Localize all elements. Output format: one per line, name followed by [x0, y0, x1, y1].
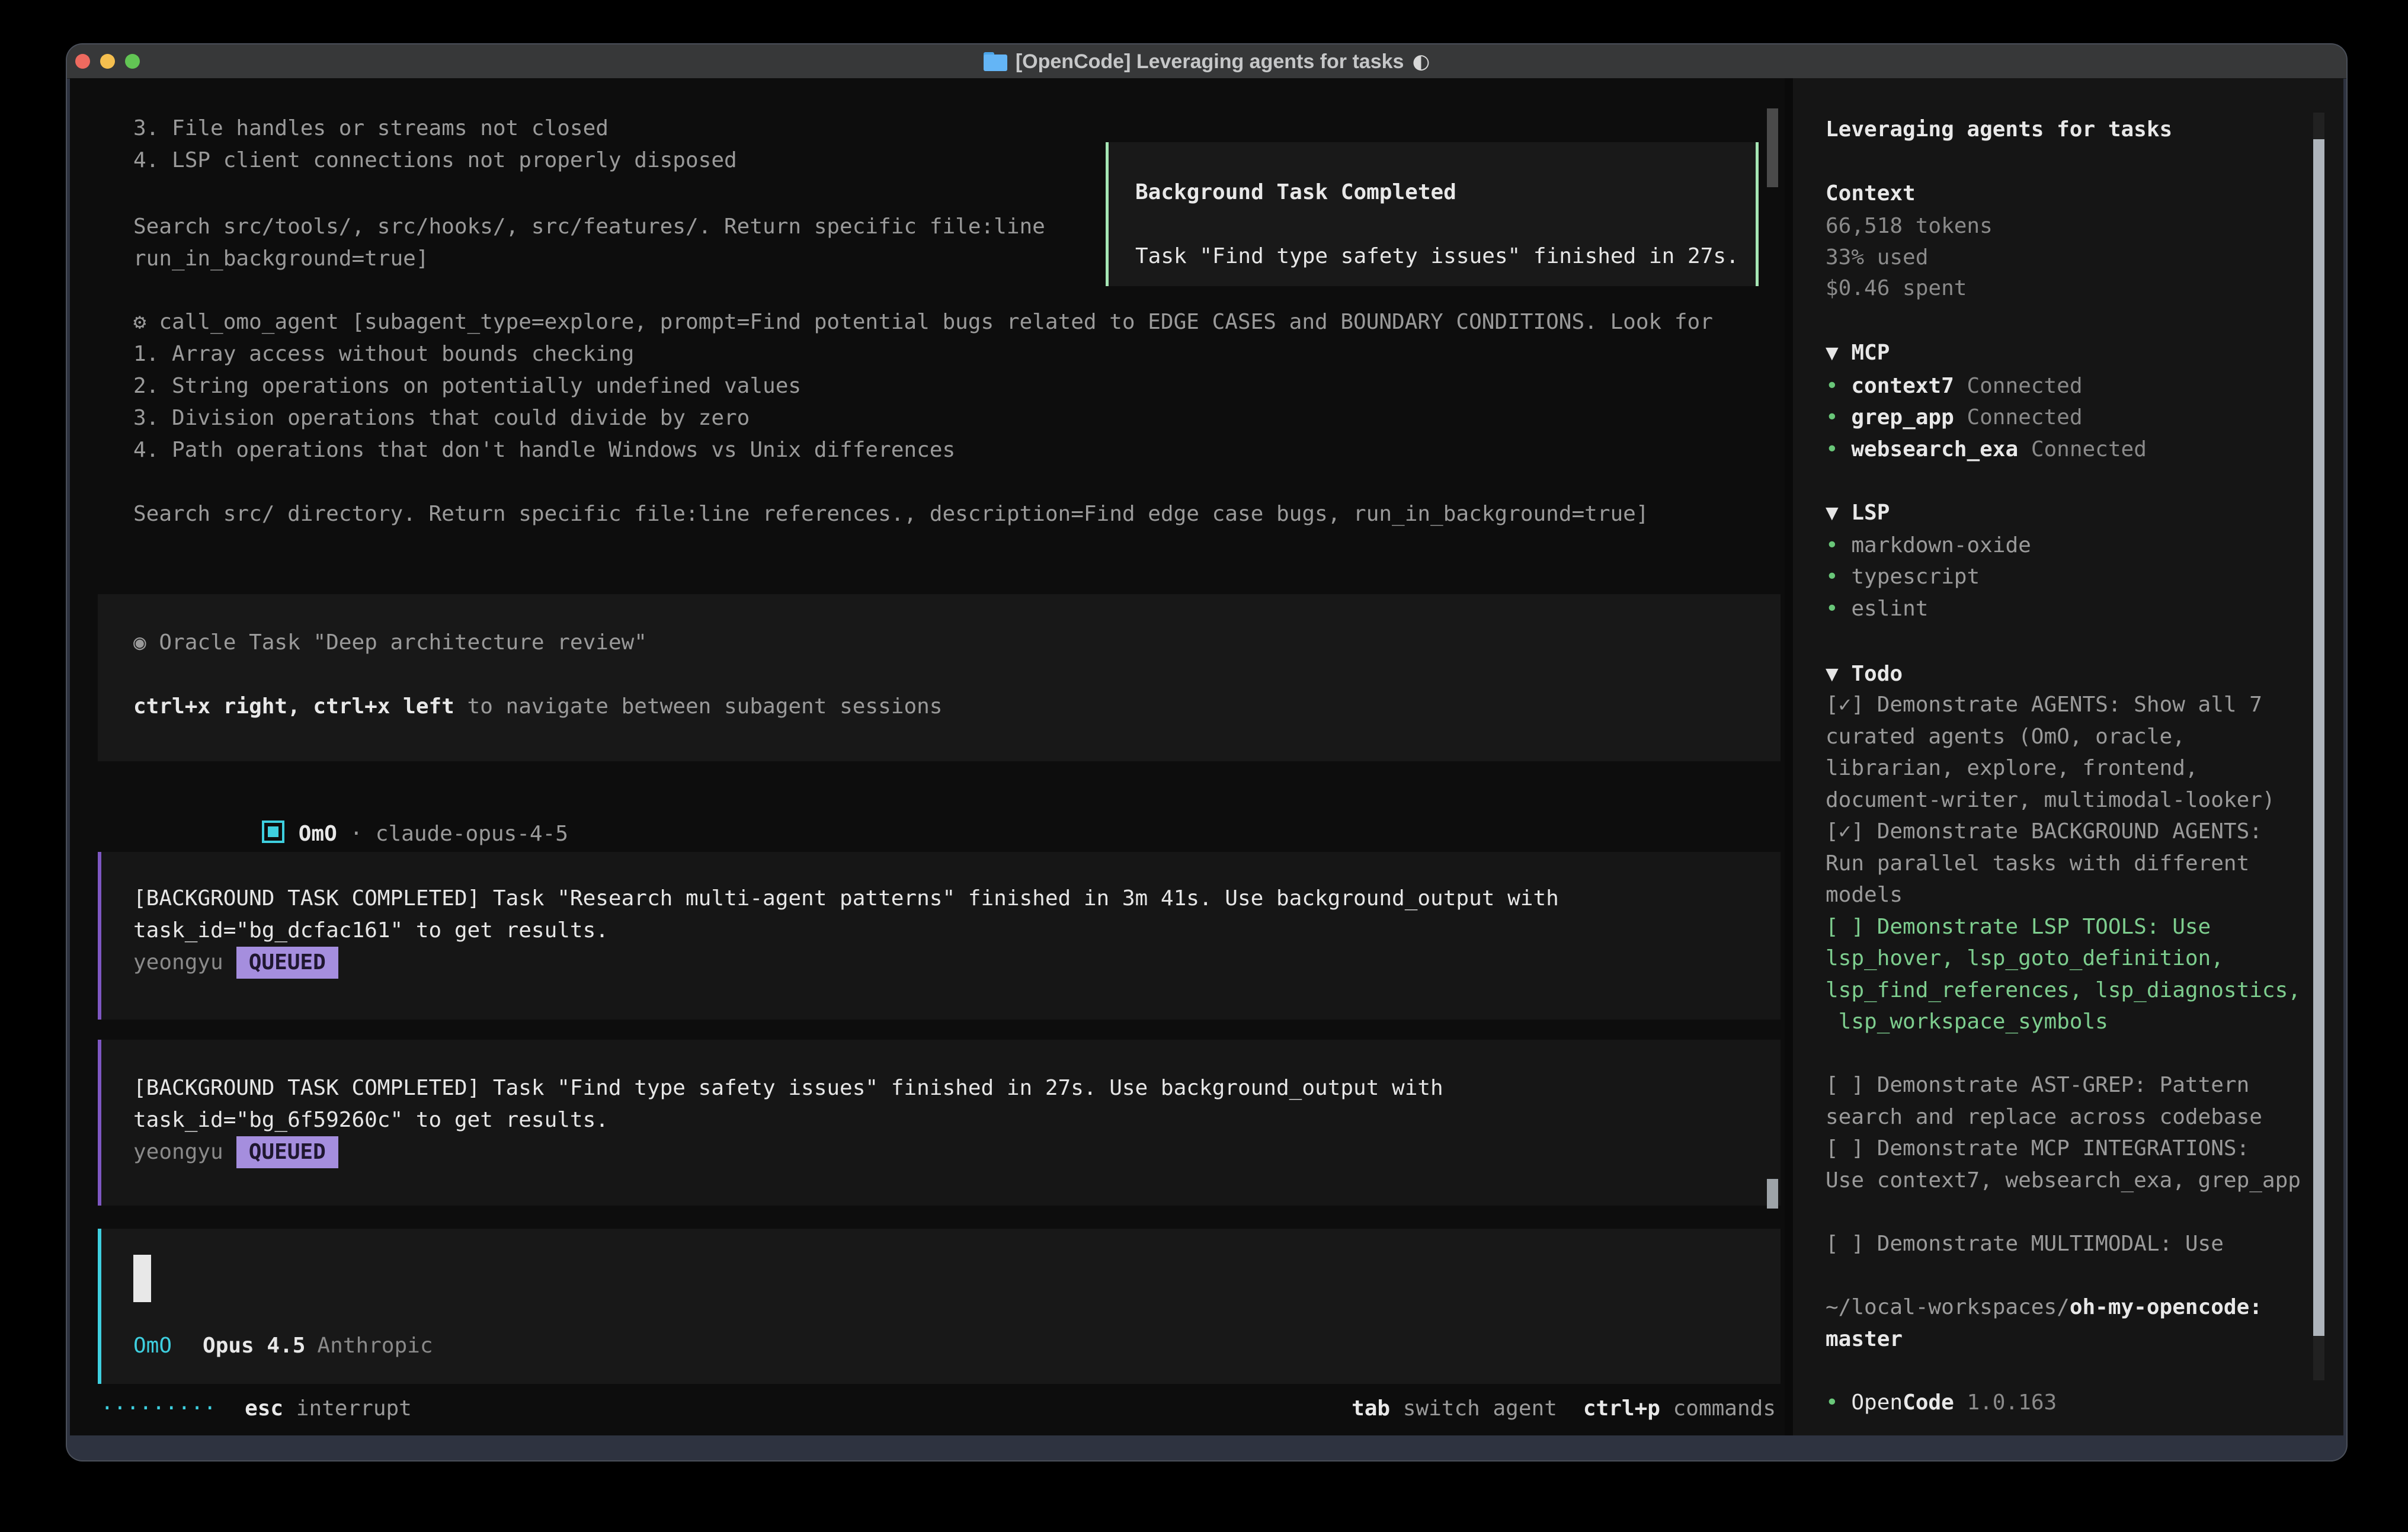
session-title: Leveraging agents for tasks	[1826, 114, 2172, 146]
active-agent-name: OmO	[133, 1334, 172, 1358]
statusbar-left: ········· esc interrupt	[101, 1393, 412, 1425]
workspace-repo: oh-my-opencode:	[2070, 1295, 2262, 1319]
provider-name: Anthropic	[317, 1334, 433, 1358]
window-title: [OpenCode] Leveraging agents for tasks	[1016, 46, 1404, 78]
workspace-path: ~/local-workspaces/oh-my-opencode: maste…	[1826, 1291, 2262, 1355]
background-task-message[interactable]: [BACKGROUND TASK COMPLETED] Task "Resear…	[98, 852, 1781, 1020]
text-cursor	[133, 1255, 151, 1302]
sidebar-scrollbar-thumb[interactable]	[2313, 139, 2324, 1336]
mcp-name: context7	[1851, 374, 1954, 398]
background-task-notification[interactable]: Background Task Completed Task "Find typ…	[1106, 142, 1759, 286]
terminal-main-pane: 3. File handles or streams not closed 4.…	[70, 78, 1785, 1435]
mcp-item: • context7 Connected	[1826, 370, 2083, 402]
folder-icon	[984, 52, 1007, 71]
statusbar-right: tab switch agent ctrl+p commands	[1352, 1393, 1776, 1425]
task-message-meta: yeongyu QUEUED	[133, 947, 338, 979]
queued-badge: QUEUED	[236, 947, 338, 979]
author-name: yeongyu	[133, 1140, 223, 1164]
status-dot-icon: •	[1826, 374, 1839, 398]
version-line: • OpenCode 1.0.163	[1826, 1387, 2057, 1419]
todo-pending-item: [ ] Demonstrate MULTIMODAL: Use	[1826, 1232, 2224, 1256]
lsp-item: • eslint	[1826, 593, 1928, 625]
collapse-arrow-icon: ▼	[1826, 662, 1839, 686]
notification-message: Task "Find type safety issues" finished …	[1135, 241, 1739, 273]
hint-text: to navigate between subagent sessions	[454, 694, 943, 719]
agent-name: OmO	[299, 822, 337, 846]
lsp-name: typescript	[1851, 565, 1980, 589]
oracle-task-panel[interactable]: ◉ Oracle Task "Deep architecture review"…	[98, 594, 1781, 761]
subagent-navigation-hint: ctrl+x right, ctrl+x left to navigate be…	[133, 691, 942, 723]
notification-title: Background Task Completed	[1135, 177, 1456, 209]
titlebar[interactable]: [OpenCode] Leveraging agents for tasks ◐	[67, 44, 2346, 79]
queued-badge: QUEUED	[236, 1136, 338, 1168]
main-scrollbar-thumb-top[interactable]	[1767, 108, 1778, 187]
spinner-dots: ·········	[101, 1396, 216, 1421]
status-dot-icon: •	[1826, 565, 1839, 589]
lsp-item: • typescript	[1826, 561, 1980, 593]
oracle-task-title: ◉ Oracle Task "Deep architecture review"	[133, 627, 647, 659]
half-circle-icon: ◐	[1412, 46, 1430, 78]
mcp-status: Connected	[2018, 437, 2147, 461]
context-stats: 66,518 tokens 33% used $0.46 spent	[1826, 211, 1993, 305]
active-model-name: Opus 4.5	[203, 1334, 305, 1358]
lsp-name: markdown-oxide	[1851, 533, 2031, 557]
terminal-text-block: 3. File handles or streams not closed 4.…	[133, 113, 737, 177]
mcp-item: • grep_app Connected	[1826, 402, 2083, 434]
lsp-section-header[interactable]: ▼ LSP	[1826, 497, 1890, 529]
opencode-window: [OpenCode] Leveraging agents for tasks ◐…	[67, 44, 2346, 1460]
todo-active-item: [ ] Demonstrate LSP TOOLS: Use lsp_hover…	[1826, 915, 2301, 1034]
status-dot-icon: •	[1826, 533, 1839, 557]
esc-key-label: interrupt	[283, 1396, 412, 1421]
lsp-item: • markdown-oxide	[1826, 530, 2031, 562]
todo-done-items: [✓] Demonstrate AGENTS: Show all 7 curat…	[1826, 693, 2275, 907]
mcp-name: websearch_exa	[1851, 437, 2018, 461]
mcp-status: Connected	[1954, 374, 2083, 398]
mcp-item: • websearch_exa Connected	[1826, 434, 2147, 466]
lsp-name: eslint	[1851, 597, 1928, 621]
context-heading: Context	[1826, 178, 1916, 210]
workspace-dir: ~/local-workspaces/	[1826, 1295, 2070, 1319]
agent-model: · claude-opus-4-5	[337, 822, 568, 846]
task-message-meta: yeongyu QUEUED	[133, 1136, 338, 1168]
terminal-text-block: Search src/tools/, src/hooks/, src/featu…	[133, 211, 1045, 275]
agent-checkbox-icon	[262, 821, 284, 843]
main-scrollbar-thumb[interactable]	[1767, 1179, 1778, 1209]
background-task-message[interactable]: [BACKGROUND TASK COMPLETED] Task "Find t…	[98, 1040, 1781, 1206]
esc-key-hint[interactable]: esc	[245, 1396, 283, 1421]
model-status-line: OmO Opus 4.5 Anthropic	[133, 1330, 433, 1362]
todo-pending-items: [ ] Demonstrate AST-GREP: Pattern search…	[1826, 1073, 2301, 1193]
task-message-text: [BACKGROUND TASK COMPLETED] Task "Find t…	[133, 1072, 1443, 1136]
mcp-section-header[interactable]: ▼ MCP	[1826, 337, 1890, 369]
status-dot-icon: •	[1826, 437, 1839, 461]
workspace-branch: master	[1826, 1327, 1903, 1351]
app-version: 1.0.163	[1954, 1390, 2057, 1415]
author-name: yeongyu	[133, 950, 223, 975]
hint-keys: ctrl+x right, ctrl+x left	[133, 694, 454, 719]
status-dot-icon: •	[1826, 1390, 1839, 1415]
fisheye-icon: ◉	[133, 630, 146, 655]
window-title-group: [OpenCode] Leveraging agents for tasks ◐	[67, 44, 2346, 78]
collapse-arrow-icon: ▼	[1826, 501, 1839, 525]
app-name: Open	[1851, 1390, 1903, 1415]
ctrlp-key-hint[interactable]: ctrl+p	[1583, 1396, 1660, 1421]
todo-section-header[interactable]: ▼ Todo	[1826, 658, 1903, 690]
status-dot-icon: •	[1826, 597, 1839, 621]
collapse-arrow-icon: ▼	[1826, 341, 1839, 365]
mcp-name: grep_app	[1851, 405, 1954, 430]
tab-key-hint[interactable]: tab	[1352, 1396, 1390, 1421]
window-content: 3. File handles or streams not closed 4.…	[70, 78, 2343, 1435]
task-message-text: [BACKGROUND TASK COMPLETED] Task "Resear…	[133, 883, 1559, 947]
screen: [OpenCode] Leveraging agents for tasks ◐…	[0, 0, 2408, 1532]
ctrlp-key-label: commands	[1660, 1396, 1776, 1421]
status-dot-icon: •	[1826, 405, 1839, 430]
prompt-input[interactable]: OmO Opus 4.5 Anthropic	[98, 1229, 1781, 1384]
tool-call-block: ⚙ call_omo_agent [subagent_type=explore,…	[133, 306, 1713, 530]
app-name-bold: Code	[1903, 1390, 1954, 1415]
mcp-status: Connected	[1954, 405, 2083, 430]
tab-key-label: switch agent	[1390, 1396, 1557, 1421]
todo-list: [✓] Demonstrate AGENTS: Show all 7 curat…	[1826, 689, 2301, 1259]
sidebar: Leveraging agents for tasks Context 66,5…	[1785, 78, 2343, 1435]
